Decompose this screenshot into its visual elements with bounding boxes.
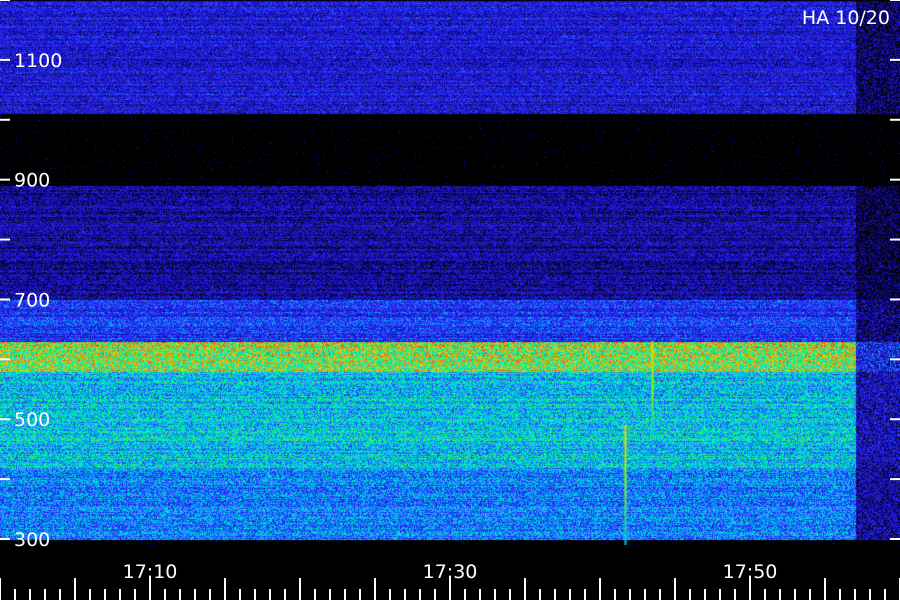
y-tick-label: 1100	[14, 50, 62, 72]
x-tick-label: 17:50	[723, 561, 778, 583]
x-tick-label: 17:30	[423, 561, 478, 583]
y-tick-label: 700	[14, 289, 50, 311]
heatmap-cells	[0, 0, 900, 545]
x-axis: 17:10 17:30 17:50	[0, 561, 900, 600]
chart-title: HA 10/20	[802, 7, 890, 29]
spectrogram-plot: 1100 900 700 500 300 17:10 17:30 17:50 HA 10/2…	[0, 0, 900, 600]
y-tick-label: 500	[14, 409, 50, 431]
spectrogram: 1100 900 700 500 300 17:10 17:30 17:50 HA 10/2…	[0, 0, 900, 600]
y-tick-label: 900	[14, 170, 50, 192]
y-tick-label: 300	[14, 529, 50, 551]
x-tick-label: 17:10	[123, 561, 178, 583]
